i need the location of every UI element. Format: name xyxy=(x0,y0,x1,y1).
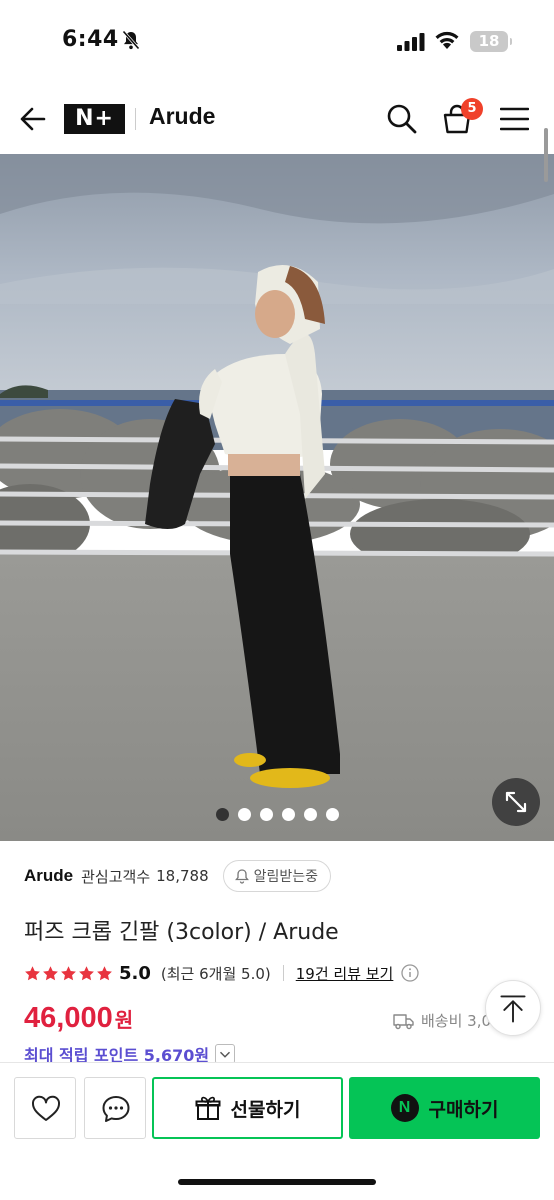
buy-button-label: 구매하기 xyxy=(428,1098,499,1121)
followers-count: 18,788 xyxy=(156,867,209,885)
heart-icon xyxy=(31,1095,61,1121)
rating-row: 5.0 (최근 6개월 5.0) 19건 리뷰 보기 xyxy=(24,960,420,986)
gallery-dot[interactable] xyxy=(259,808,273,821)
review-link[interactable]: 19건 리뷰 보기 xyxy=(296,963,394,984)
gallery-dot[interactable] xyxy=(215,808,229,821)
wishlist-button[interactable] xyxy=(14,1077,76,1139)
status-time: 6:44 xyxy=(62,27,119,52)
gift-icon xyxy=(195,1096,221,1120)
price-unit: 원 xyxy=(114,1008,134,1032)
shipping-info: 배송비 3,0 xyxy=(393,1010,491,1031)
scroll-to-top-button[interactable] xyxy=(485,980,541,1036)
cellular-signal-icon xyxy=(397,33,425,51)
search-icon[interactable] xyxy=(386,103,417,134)
gallery-dot[interactable] xyxy=(281,808,295,821)
star-icon xyxy=(61,965,76,980)
cart-count-badge: 5 xyxy=(461,98,483,120)
gallery-dot[interactable] xyxy=(237,808,251,821)
scrollbar[interactable] xyxy=(544,128,548,182)
star-icon xyxy=(79,965,94,980)
notification-label: 알림받는중 xyxy=(253,869,319,885)
notification-toggle-button[interactable]: 알림받는중 xyxy=(222,860,332,892)
gallery-pagination xyxy=(0,808,554,822)
top-nav-bar: N+ Arude 5 xyxy=(0,84,554,154)
gallery-dot[interactable] xyxy=(303,808,317,821)
chat-icon xyxy=(102,1096,130,1122)
star-icon xyxy=(25,965,40,980)
product-photo xyxy=(0,154,554,841)
price-row: 46,000 원 xyxy=(24,1002,133,1035)
seller-info-row: Arude 관심고객수 18,788 알림받는중 xyxy=(24,860,332,892)
logo-divider xyxy=(135,108,136,130)
star-icon xyxy=(97,965,112,980)
max-points-row[interactable]: 최대 적립 포인트 5,670원 xyxy=(24,1044,236,1064)
inquiry-button[interactable] xyxy=(84,1077,146,1139)
star-icon xyxy=(43,965,58,980)
star-rating xyxy=(24,965,113,982)
price-value: 46,000 xyxy=(24,1002,113,1034)
naver-plus-logo[interactable]: N+ xyxy=(64,104,125,134)
buy-button[interactable]: N 구매하기 xyxy=(349,1077,540,1139)
gift-button[interactable]: 선물하기 xyxy=(152,1077,343,1139)
truck-icon xyxy=(393,1013,414,1029)
status-bar: 6:44 18 xyxy=(0,0,554,80)
shipping-fee: 배송비 3,0 xyxy=(421,1012,492,1030)
wifi-icon xyxy=(435,31,459,49)
rating-value: 5.0 xyxy=(119,962,151,984)
rating-divider xyxy=(282,965,284,981)
product-title: 퍼즈 크롭 긴팔 (3color) / Arude xyxy=(24,920,339,945)
chevron-down-icon[interactable] xyxy=(215,1044,236,1064)
hamburger-icon[interactable] xyxy=(500,106,529,132)
bell-off-icon xyxy=(122,30,140,50)
naver-pay-icon: N xyxy=(390,1094,419,1122)
gift-button-label: 선물하기 xyxy=(230,1098,301,1121)
followers-label: 관심고객수 xyxy=(81,867,151,886)
product-image-gallery[interactable] xyxy=(0,154,554,841)
info-icon[interactable] xyxy=(401,964,420,982)
bell-icon xyxy=(234,869,249,884)
seller-name[interactable]: Arude xyxy=(24,866,73,886)
arrow-left-icon[interactable] xyxy=(18,104,48,134)
max-points: 최대 적립 포인트 5,670원 xyxy=(24,1046,210,1064)
battery-indicator: 18 xyxy=(470,31,512,52)
gallery-dot[interactable] xyxy=(325,808,339,821)
store-name[interactable]: Arude xyxy=(149,103,215,130)
home-indicator[interactable] xyxy=(178,1179,376,1185)
recent-rating: (최근 6개월 5.0) xyxy=(160,964,271,983)
